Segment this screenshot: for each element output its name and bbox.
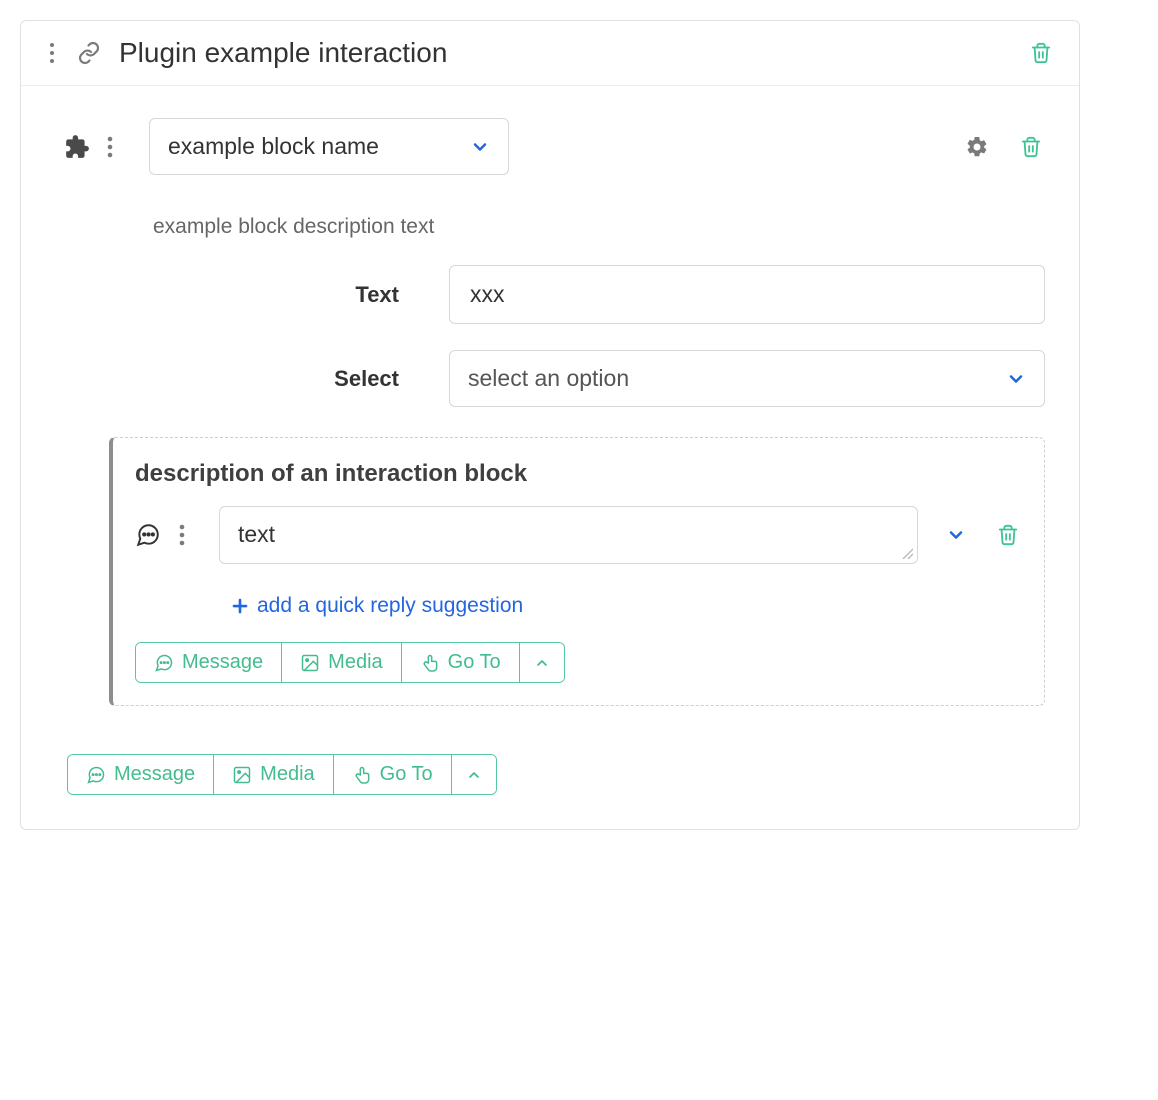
inner-message-label: Message bbox=[182, 651, 263, 674]
settings-button[interactable] bbox=[965, 135, 989, 159]
image-icon bbox=[232, 765, 252, 785]
select-dropdown[interactable]: select an option bbox=[449, 350, 1045, 407]
message-trailing-actions bbox=[946, 521, 1022, 549]
block-kebab-menu[interactable] bbox=[101, 132, 119, 162]
inner-media-label: Media bbox=[328, 651, 382, 674]
outer-media-label: Media bbox=[260, 763, 314, 786]
interaction-card: Plugin example interaction example block… bbox=[20, 20, 1080, 830]
card-body: example block name example block descrip… bbox=[21, 86, 1079, 829]
message-row bbox=[135, 506, 1022, 564]
select-placeholder: select an option bbox=[468, 365, 629, 392]
inner-goto-label: Go To bbox=[448, 651, 501, 674]
add-quick-reply-label: add a quick reply suggestion bbox=[257, 594, 523, 618]
inner-goto-button[interactable]: Go To bbox=[401, 643, 519, 682]
text-input[interactable] bbox=[468, 280, 1026, 309]
speech-bubble-icon bbox=[135, 522, 163, 548]
block-description: example block description text bbox=[153, 215, 1051, 239]
card-header: Plugin example interaction bbox=[21, 21, 1079, 86]
chevron-up-icon bbox=[534, 655, 550, 671]
card-title: Plugin example interaction bbox=[119, 37, 1027, 69]
delete-block-button[interactable] bbox=[1017, 133, 1045, 161]
drag-handle-icon[interactable] bbox=[45, 38, 63, 68]
message-textarea-wrapper bbox=[219, 506, 918, 564]
speech-bubble-icon bbox=[154, 653, 174, 673]
link-icon bbox=[77, 41, 101, 65]
inner-toolbar: Message Media Go To bbox=[135, 642, 565, 683]
select-field-label: Select bbox=[89, 366, 449, 392]
block-form: Text Select select an option bbox=[89, 265, 1045, 407]
outer-goto-label: Go To bbox=[380, 763, 433, 786]
speech-bubble-icon bbox=[86, 765, 106, 785]
outer-toolbar: Message Media Go To bbox=[67, 754, 497, 795]
interaction-block-panel: description of an interaction block bbox=[109, 437, 1045, 706]
block-actions bbox=[965, 133, 1045, 161]
outer-message-label: Message bbox=[114, 763, 195, 786]
outer-media-button[interactable]: Media bbox=[213, 755, 332, 794]
image-icon bbox=[300, 653, 320, 673]
outer-collapse-button[interactable] bbox=[451, 755, 496, 794]
resize-handle-icon[interactable] bbox=[901, 547, 913, 559]
outer-goto-button[interactable]: Go To bbox=[333, 755, 451, 794]
delete-interaction-button[interactable] bbox=[1027, 39, 1055, 67]
interaction-block-title: description of an interaction block bbox=[135, 460, 1022, 488]
block-name-select[interactable]: example block name bbox=[149, 118, 509, 175]
pointer-icon bbox=[420, 653, 440, 673]
expand-message-button[interactable] bbox=[946, 525, 966, 545]
message-textarea[interactable] bbox=[236, 519, 901, 551]
block-header-row: example block name bbox=[49, 118, 1051, 175]
chevron-down-icon bbox=[1006, 369, 1026, 389]
inner-media-button[interactable]: Media bbox=[281, 643, 400, 682]
inner-message-button[interactable]: Message bbox=[136, 643, 281, 682]
chevron-down-icon bbox=[470, 137, 490, 157]
message-kebab-menu[interactable] bbox=[173, 520, 191, 550]
text-input-wrapper bbox=[449, 265, 1045, 324]
inner-collapse-button[interactable] bbox=[519, 643, 564, 682]
chevron-up-icon bbox=[466, 767, 482, 783]
puzzle-icon bbox=[63, 133, 91, 161]
add-quick-reply-button[interactable]: add a quick reply suggestion bbox=[231, 594, 1022, 618]
pointer-icon bbox=[352, 765, 372, 785]
block-name-value: example block name bbox=[168, 133, 379, 160]
text-field-label: Text bbox=[89, 282, 449, 308]
outer-message-button[interactable]: Message bbox=[68, 755, 213, 794]
delete-message-button[interactable] bbox=[994, 521, 1022, 549]
